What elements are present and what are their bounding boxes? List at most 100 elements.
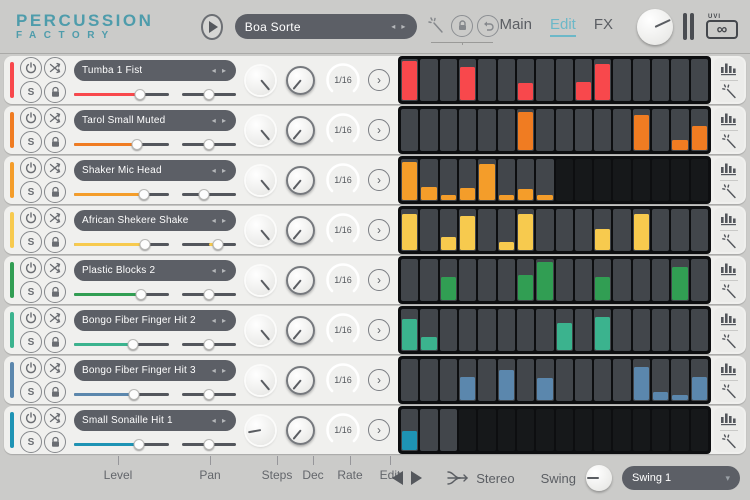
seq-step-7[interactable] <box>517 59 534 101</box>
seq-step-1[interactable] <box>401 159 418 201</box>
shuffle-button[interactable] <box>44 407 66 429</box>
histogram-icon[interactable] <box>718 160 740 178</box>
solo-button[interactable]: S <box>20 131 42 153</box>
seq-step-13[interactable] <box>633 359 650 401</box>
seq-step-7[interactable] <box>517 359 534 401</box>
rate-selector[interactable]: 1/16 <box>324 111 362 149</box>
play-button[interactable] <box>201 14 222 40</box>
lock-button[interactable] <box>44 381 66 403</box>
seq-step-5[interactable] <box>478 109 495 151</box>
seq-step-5[interactable] <box>478 309 495 351</box>
power-button[interactable] <box>20 157 42 179</box>
power-button[interactable] <box>20 107 42 129</box>
undo-icon[interactable] <box>477 15 499 37</box>
steps-knob[interactable] <box>246 216 275 245</box>
magic-wand-icon[interactable] <box>425 15 447 37</box>
steps-knob[interactable] <box>246 366 275 395</box>
edit-track-button[interactable]: › <box>368 269 390 291</box>
seq-step-3[interactable] <box>440 59 457 101</box>
level-slider[interactable] <box>74 188 169 200</box>
seq-step-6[interactable] <box>498 159 515 201</box>
decay-knob[interactable] <box>286 266 315 295</box>
seq-step-13[interactable] <box>633 209 650 251</box>
seq-step-3[interactable] <box>440 359 457 401</box>
seq-step-12[interactable] <box>613 409 630 451</box>
decay-knob[interactable] <box>286 166 315 195</box>
pan-slider[interactable] <box>182 288 236 300</box>
seq-step-11[interactable] <box>594 59 611 101</box>
step-sequencer[interactable] <box>398 156 711 204</box>
seq-step-4[interactable] <box>459 259 476 301</box>
solo-button[interactable]: S <box>20 331 42 353</box>
seq-step-5[interactable] <box>478 359 495 401</box>
seq-step-10[interactable] <box>575 259 592 301</box>
seq-step-16[interactable] <box>691 159 708 201</box>
edit-track-button[interactable]: › <box>368 219 390 241</box>
steps-knob[interactable] <box>246 66 275 95</box>
seq-step-6[interactable] <box>498 409 515 451</box>
decay-knob[interactable] <box>286 416 315 445</box>
steps-knob[interactable] <box>246 416 275 445</box>
seq-step-10[interactable] <box>575 309 592 351</box>
seq-step-8[interactable] <box>536 259 553 301</box>
seq-step-2[interactable] <box>420 159 437 201</box>
seq-step-16[interactable] <box>691 209 708 251</box>
seq-step-11[interactable] <box>594 159 611 201</box>
slider-thumb[interactable] <box>134 89 145 100</box>
seq-step-13[interactable] <box>633 309 650 351</box>
sample-selector[interactable]: Tarol Small Muted◂ ▸ <box>74 110 236 131</box>
pan-slider[interactable] <box>182 188 236 200</box>
seq-step-14[interactable] <box>652 59 669 101</box>
edit-track-button[interactable]: › <box>368 119 390 141</box>
level-slider[interactable] <box>74 138 169 150</box>
solo-button[interactable]: S <box>20 431 42 453</box>
seq-step-13[interactable] <box>633 109 650 151</box>
sample-selector[interactable]: Bongo Fiber Finger Hit 2◂ ▸ <box>74 310 236 331</box>
histogram-icon[interactable] <box>718 60 740 78</box>
seq-step-13[interactable] <box>633 409 650 451</box>
level-slider[interactable] <box>74 388 169 400</box>
step-sequencer[interactable] <box>398 256 711 304</box>
shuffle-button[interactable] <box>44 257 66 279</box>
edit-track-button[interactable]: › <box>368 169 390 191</box>
slider-thumb[interactable] <box>204 289 215 300</box>
lock-button[interactable] <box>44 281 66 303</box>
seq-step-15[interactable] <box>671 109 688 151</box>
seq-step-7[interactable] <box>517 159 534 201</box>
seq-step-6[interactable] <box>498 59 515 101</box>
seq-step-10[interactable] <box>575 109 592 151</box>
seq-step-9[interactable] <box>556 209 573 251</box>
sample-selector[interactable]: Bongo Fiber Finger Hit 3◂ ▸ <box>74 360 236 381</box>
seq-step-16[interactable] <box>691 259 708 301</box>
seq-step-7[interactable] <box>517 209 534 251</box>
seq-step-14[interactable] <box>652 209 669 251</box>
slider-thumb[interactable] <box>204 139 215 150</box>
seq-step-3[interactable] <box>440 209 457 251</box>
power-button[interactable] <box>20 257 42 279</box>
step-sequencer[interactable] <box>398 306 711 354</box>
decay-knob[interactable] <box>286 116 315 145</box>
seq-step-6[interactable] <box>498 209 515 251</box>
seq-step-14[interactable] <box>652 109 669 151</box>
sample-selector[interactable]: Tumba 1 Fist◂ ▸ <box>74 60 236 81</box>
seq-step-8[interactable] <box>536 159 553 201</box>
decay-knob[interactable] <box>286 316 315 345</box>
steps-knob[interactable] <box>246 266 275 295</box>
level-slider[interactable] <box>74 238 169 250</box>
solo-button[interactable]: S <box>20 231 42 253</box>
solo-button[interactable]: S <box>20 381 42 403</box>
step-sequencer[interactable] <box>398 356 711 404</box>
tab-edit[interactable]: Edit <box>550 16 576 37</box>
edit-track-button[interactable]: › <box>368 319 390 341</box>
histogram-icon[interactable] <box>718 210 740 228</box>
rate-selector[interactable]: 1/16 <box>324 311 362 349</box>
slider-thumb[interactable] <box>128 389 139 400</box>
sample-selector[interactable]: African Shekere Shake◂ ▸ <box>74 210 236 231</box>
seq-step-16[interactable] <box>691 59 708 101</box>
histogram-icon[interactable] <box>718 360 740 378</box>
slider-thumb[interactable] <box>198 189 209 200</box>
sample-prev-next-icons[interactable]: ◂ ▸ <box>212 316 228 325</box>
randomize-wand-icon[interactable] <box>718 83 740 101</box>
swing-preset-selector[interactable]: Swing 1 ▾ <box>622 466 740 490</box>
seq-step-8[interactable] <box>536 209 553 251</box>
